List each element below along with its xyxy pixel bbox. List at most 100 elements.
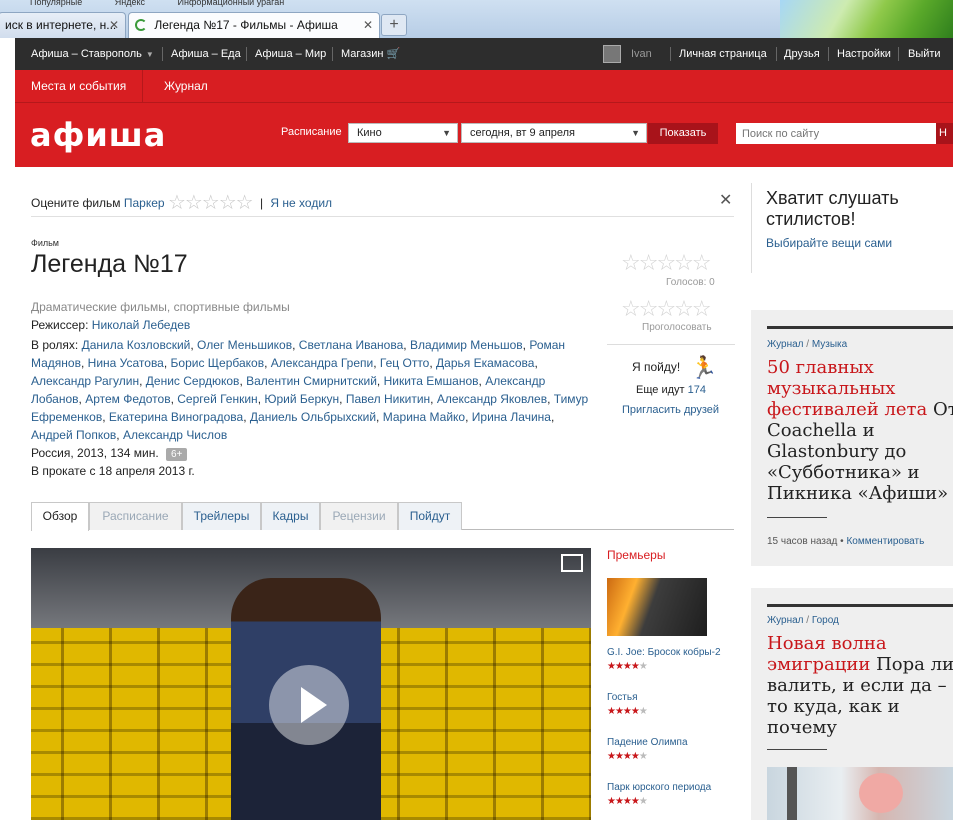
actor-link[interactable]: Павел Никитин — [346, 392, 430, 406]
comment-link[interactable]: Комментировать — [846, 536, 924, 547]
new-tab-button[interactable]: + — [381, 14, 407, 36]
actor-link[interactable]: Марина Майко — [383, 410, 465, 424]
actor-link[interactable]: Борис Щербаков — [171, 356, 265, 370]
actor-link[interactable]: Олег Меньшиков — [197, 338, 292, 352]
premiere-thumbnail[interactable] — [607, 578, 707, 636]
actor-link[interactable]: Александр Рагулин — [31, 374, 139, 388]
film-country-year: Россия, 2013, 134 мин. 6+ — [31, 446, 188, 461]
card-title[interactable]: 50 главных музыкальных фестивалей лета О… — [767, 357, 953, 504]
card-category-link[interactable]: Журнал — [767, 615, 804, 626]
actor-link[interactable]: Ирина Лачина — [472, 410, 551, 424]
premiere-link[interactable]: Парк юрского периода — [607, 782, 711, 793]
nav-afisha-city[interactable]: Афиша – Ставрополь ▼ — [31, 38, 154, 71]
invite-friends-link[interactable]: Пригласить друзей — [622, 404, 719, 416]
vote-stars[interactable]: ☆☆☆☆☆ — [621, 296, 712, 322]
tab-journal[interactable]: Журнал — [148, 70, 224, 103]
actor-link[interactable]: Гец Отто — [380, 356, 429, 370]
rate-user-link[interactable]: Паркер — [124, 196, 165, 210]
rating-stars-input[interactable]: ☆☆☆☆☆ — [168, 190, 254, 215]
actor-link[interactable]: Светлана Иванова — [299, 338, 403, 352]
tab-schedule[interactable]: Расписание — [89, 502, 182, 530]
cast-list: Данила Козловский, Олег Меньшиков, Светл… — [31, 338, 589, 442]
actor-link[interactable]: Андрей Попков — [31, 428, 116, 442]
user-name[interactable]: Ivan — [631, 38, 652, 70]
premiere-rating-stars: ★★★★★ — [607, 751, 648, 762]
actor-link[interactable]: Владимир Меньшов — [410, 338, 523, 352]
card-category-link[interactable]: Журнал — [767, 339, 804, 350]
nav-settings[interactable]: Настройки — [837, 38, 891, 70]
average-rating-stars: ☆☆☆☆☆ — [621, 250, 712, 275]
actor-link[interactable]: Екатерина Виноградова — [109, 410, 243, 424]
bookmark[interactable]: Яндекс — [115, 0, 145, 7]
going-count: Еще идут 174 — [636, 384, 706, 396]
votes-count: Голосов: 0 — [666, 277, 715, 288]
card-subcategory-link[interactable]: Музыка — [812, 339, 847, 350]
article-image[interactable] — [767, 767, 953, 820]
afisha-logo[interactable]: афиша — [30, 119, 166, 151]
actor-link[interactable]: Александра Грепи — [271, 356, 373, 370]
going-count-link[interactable]: 174 — [688, 384, 706, 396]
tab-stills[interactable]: Кадры — [261, 502, 320, 530]
close-icon[interactable]: ✕ — [719, 190, 732, 210]
nav-afisha-world[interactable]: Афиша – Мир — [255, 38, 326, 70]
vote-label: Проголосовать — [642, 322, 712, 333]
tab-going[interactable]: Пойдут — [398, 502, 462, 530]
nav-logout[interactable]: Выйти — [908, 38, 941, 70]
actor-link[interactable]: Александр Числов — [123, 428, 227, 442]
divider — [767, 517, 827, 518]
director-link[interactable]: Николай Лебедев — [92, 318, 191, 332]
search-input[interactable] — [736, 123, 936, 144]
show-button[interactable]: Показать — [648, 123, 718, 144]
actor-link[interactable]: Денис Сердюков — [146, 374, 240, 388]
card-title[interactable]: Новая волна эмиграции Пора ли валить, и … — [767, 633, 953, 738]
ad-link[interactable]: Выбирайте вещи сами — [766, 236, 892, 250]
date-select[interactable]: сегодня, вт 9 апреля ▼ — [461, 123, 647, 143]
nav-shop[interactable]: Магазин 🛒 — [341, 38, 400, 70]
actor-link[interactable]: Нина Усатова — [88, 356, 164, 370]
schedule-label: Расписание — [281, 126, 342, 138]
premiere-link[interactable]: G.I. Joe: Бросок кобры-2 — [607, 647, 721, 658]
actor-link[interactable]: Никита Емшанов — [384, 374, 479, 388]
not-went-link[interactable]: Я не ходил — [270, 196, 332, 210]
browser-tab[interactable]: иск в интернете, н... ✕ — [0, 12, 126, 38]
play-icon[interactable] — [269, 665, 349, 745]
browser-tab-active[interactable]: Легенда №17 - Фильмы - Афиша ✕ — [128, 12, 380, 38]
actor-link[interactable]: Юрий Беркун — [264, 392, 339, 406]
chevron-down-icon: ▼ — [145, 50, 154, 59]
actor-link[interactable]: Данила Козловский — [82, 338, 191, 352]
actor-link[interactable]: Александр Яковлев — [437, 392, 547, 406]
actor-link[interactable]: Валентин Смирнитский — [246, 374, 377, 388]
card-subcategory-link[interactable]: Город — [812, 615, 839, 626]
divider — [767, 326, 953, 329]
tab-trailers[interactable]: Трейлеры — [182, 502, 261, 530]
close-icon[interactable]: ✕ — [109, 13, 119, 37]
fullscreen-icon[interactable] — [561, 554, 583, 572]
nav-friends[interactable]: Друзья — [784, 38, 820, 70]
premiere-link[interactable]: Гостья — [607, 692, 638, 703]
loading-icon — [135, 19, 147, 31]
journal-card-music: Журнал / Музыка 50 главных музыкальных ф… — [751, 310, 953, 566]
tab-overview[interactable]: Обзор — [31, 502, 89, 531]
tab-places-events[interactable]: Места и события — [15, 70, 144, 103]
actor-link[interactable]: Сергей Генкин — [177, 392, 257, 406]
close-icon[interactable]: ✕ — [363, 13, 373, 37]
category-select[interactable]: Кино ▼ — [348, 123, 458, 143]
actor-link[interactable]: Даниель Ольбрыхский — [250, 410, 376, 424]
going-button[interactable]: Я пойду! — [632, 360, 680, 374]
ad-title[interactable]: Хватит слушать стилистов! — [766, 188, 953, 230]
browser-tabstrip: Популярные Яндекс Информационный ураган … — [0, 0, 953, 38]
bookmark[interactable]: Информационный ураган — [178, 0, 285, 7]
user-avatar-link[interactable] — [603, 38, 621, 70]
premiere-rating-stars: ★★★★★ — [607, 661, 648, 672]
chevron-down-icon: ▼ — [442, 128, 451, 138]
actor-link[interactable]: Дарья Екамасова — [436, 356, 534, 370]
video-player[interactable] — [31, 548, 591, 820]
tab-reviews[interactable]: Рецензии — [320, 502, 398, 530]
nav-profile[interactable]: Личная страница — [679, 38, 767, 70]
search-button[interactable]: Н — [936, 123, 953, 144]
actor-link[interactable]: Артем Федотов — [85, 392, 170, 406]
bookmark[interactable]: Популярные — [30, 0, 82, 7]
film-cast: В ролях: Данила Козловский, Олег Меньшик… — [31, 338, 589, 442]
nav-afisha-food[interactable]: Афиша – Еда — [171, 38, 241, 70]
premiere-link[interactable]: Падение Олимпа — [607, 737, 688, 748]
